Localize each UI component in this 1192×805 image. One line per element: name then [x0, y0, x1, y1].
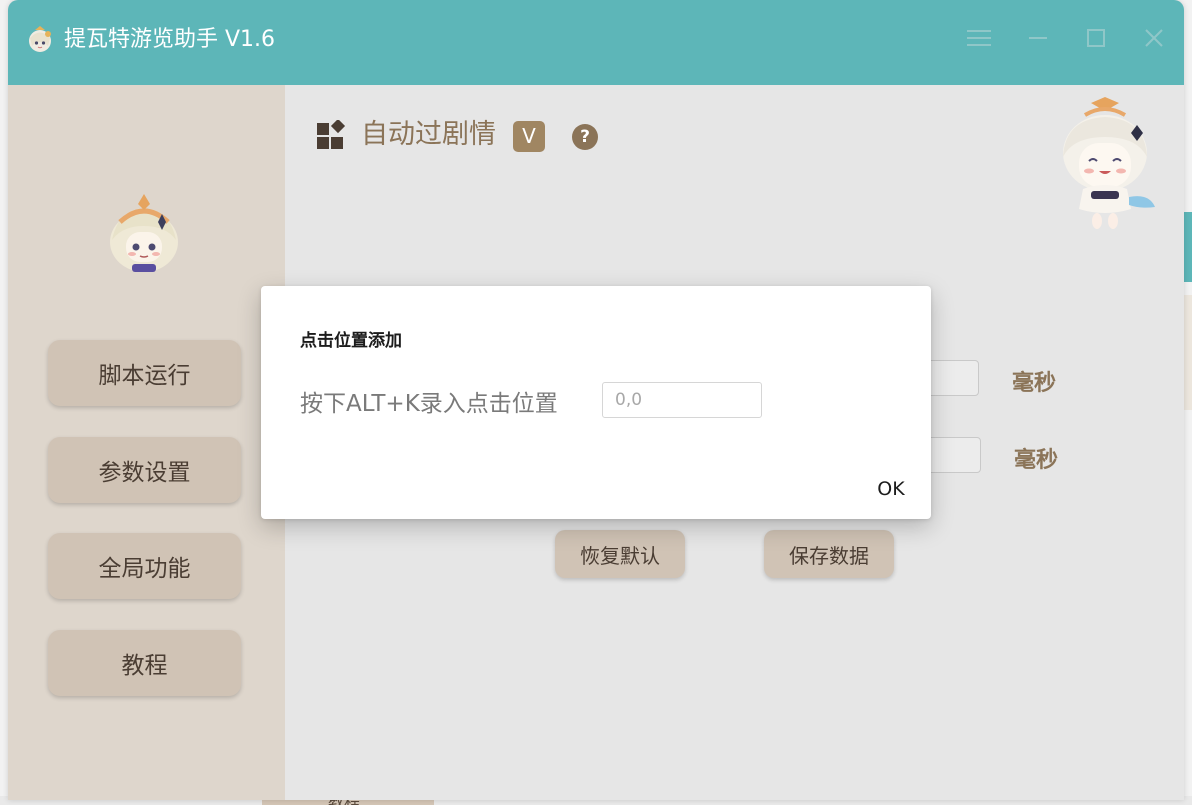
maximize-button[interactable]: [1079, 24, 1113, 52]
unit-label-ms-2: 毫秒: [1014, 448, 1059, 473]
background-window-edge-2: [1183, 295, 1192, 410]
background-window-edge: [1183, 212, 1192, 282]
paimon-mascot: [1063, 97, 1155, 229]
close-icon: [1145, 29, 1163, 47]
sidebar-item-label: 脚本运行: [98, 363, 191, 389]
maximize-icon: [1087, 29, 1105, 47]
menu-icon: [967, 30, 991, 46]
paimon-avatar: [110, 194, 178, 272]
click-position-input[interactable]: [602, 382, 762, 418]
minimize-icon: [1029, 37, 1047, 39]
sidebar: 脚本运行 参数设置 全局功能 教程: [8, 85, 285, 800]
hotkey-badge: V: [513, 121, 545, 152]
grid-widget-icon: [317, 120, 346, 149]
sidebar-item-label: 全局功能: [98, 556, 191, 582]
close-button[interactable]: [1137, 24, 1171, 52]
ok-button[interactable]: OK: [867, 474, 915, 504]
save-data-button[interactable]: 保存数据: [764, 530, 894, 578]
sidebar-item-parameter-settings[interactable]: 参数设置: [48, 437, 241, 503]
feature-title: 自动过剧情: [361, 119, 496, 150]
unit-label-ms-1: 毫秒: [1012, 371, 1057, 396]
sidebar-item-script-run[interactable]: 脚本运行: [48, 340, 241, 406]
sidebar-item-global-functions[interactable]: 全局功能: [48, 533, 241, 599]
sidebar-item-label: 参数设置: [98, 460, 191, 486]
window-title: 提瓦特游览助手 V1.6: [64, 27, 276, 52]
sidebar-item-tutorial[interactable]: 教程: [48, 630, 241, 696]
click-position-dialog: 点击位置添加 按下ALT+K录入点击位置 OK: [261, 286, 931, 519]
dialog-title: 点击位置添加: [300, 331, 402, 351]
dialog-instruction: 按下ALT+K录入点击位置: [300, 391, 558, 417]
reset-defaults-button[interactable]: 恢复默认: [555, 530, 685, 578]
help-icon[interactable]: ?: [572, 124, 598, 150]
minimize-button[interactable]: [1021, 24, 1055, 52]
title-bar[interactable]: 提瓦特游览助手 V1.6: [8, 0, 1184, 85]
menu-button[interactable]: [962, 24, 996, 52]
sidebar-item-label: 教程: [121, 653, 168, 679]
paimon-icon: [29, 26, 51, 52]
